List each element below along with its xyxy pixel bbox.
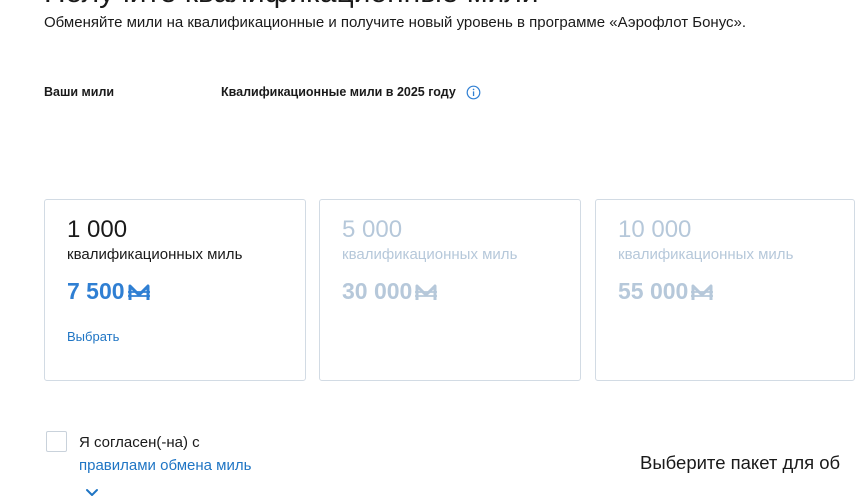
qualifying-miles-label-text: Квалификационные мили в 2025 году <box>221 85 456 99</box>
agreement-text: Я согласен(-на) с правилами обмена миль <box>79 431 251 477</box>
agreement-checkbox[interactable] <box>46 431 67 452</box>
package-unit: квалификационных миль <box>342 246 518 263</box>
package-unit: квалификационных миль <box>67 246 243 263</box>
package-price-value: 7 500 <box>67 278 125 304</box>
mile-currency-icon <box>690 281 714 301</box>
agreement-block: Я согласен(-на) с правилами обмена миль <box>46 431 251 477</box>
package-price: 7 500 <box>67 277 151 305</box>
agreement-prefix: Я согласен(-на) с <box>79 434 200 451</box>
package-price-value: 30 000 <box>342 278 413 304</box>
package-price: 55 000 <box>618 277 714 305</box>
package-amount: 10 000 <box>618 216 692 243</box>
your-miles-label: Ваши мили <box>44 85 115 99</box>
package-price: 30 000 <box>342 277 438 305</box>
select-package-hint: Выберите пакет для об <box>640 452 841 473</box>
mile-currency-icon <box>414 281 438 301</box>
package-price-value: 55 000 <box>618 278 689 304</box>
info-icon[interactable] <box>466 85 481 100</box>
chevron-down-icon[interactable] <box>85 485 99 496</box>
choose-button[interactable]: Выбрать <box>67 329 119 345</box>
package-amount: 1 000 <box>67 216 128 243</box>
package-card-10000: 10 000 квалификационных миль 55 000 <box>595 199 855 381</box>
package-card-1000[interactable]: 1 000 квалификационных миль 7 500 Выбрат… <box>44 199 306 381</box>
mile-currency-icon <box>127 281 151 301</box>
page-title: Получите квалификационные мили <box>44 0 538 10</box>
package-unit: квалификационных миль <box>618 246 794 263</box>
page-subtitle: Обменяйте мили на квалификационные и пол… <box>44 14 747 31</box>
package-amount: 5 000 <box>342 216 403 243</box>
qualifying-miles-label: Квалификационные мили в 2025 году <box>221 84 481 100</box>
package-card-5000: 5 000 квалификационных миль 30 000 <box>319 199 581 381</box>
exchange-rules-link[interactable]: правилами обмена миль <box>79 454 251 477</box>
